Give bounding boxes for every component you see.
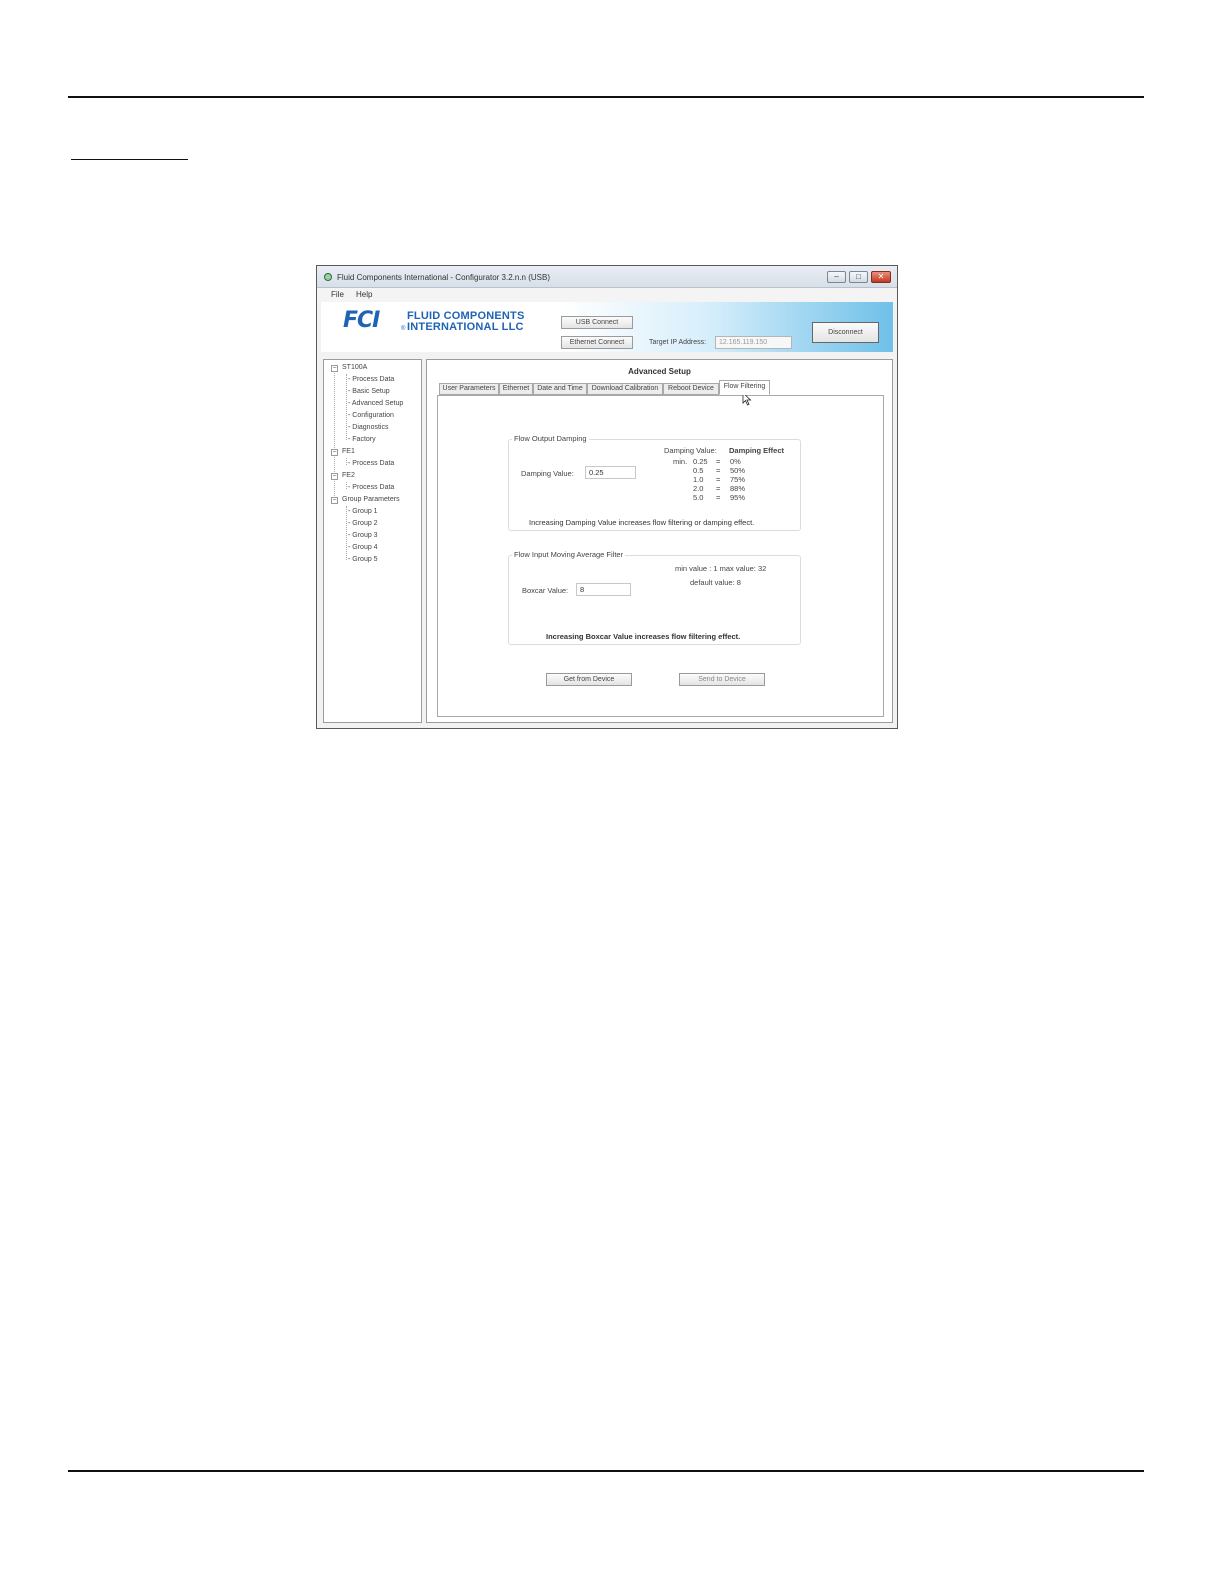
target-ip-input[interactable]: 12.165.119.150 bbox=[715, 336, 792, 349]
tab-user-parameters[interactable]: User Parameters bbox=[439, 383, 499, 395]
tab-ethernet[interactable]: Ethernet bbox=[499, 383, 533, 395]
flow-filtering-tab-body: Flow Output Damping Damping Value: 0.25 … bbox=[437, 395, 884, 717]
damping-row-sep: = bbox=[716, 457, 721, 466]
tree-item-fe1[interactable]: FE1 bbox=[342, 448, 355, 455]
damping-table-header-value: Damping Value: bbox=[664, 446, 717, 455]
damping-row-effect: 88% bbox=[730, 484, 746, 493]
tree-collapse-icon[interactable]: − bbox=[331, 365, 338, 372]
usb-connect-button[interactable]: USB Connect bbox=[561, 316, 633, 329]
logo-name-line2: INTERNATIONAL LLC bbox=[407, 321, 524, 333]
tree-guide-line bbox=[346, 374, 347, 440]
configurator-window: Fluid Components International - Configu… bbox=[316, 265, 898, 729]
get-from-device-button[interactable]: Get from Device bbox=[546, 673, 632, 686]
damping-row-sep: = bbox=[716, 466, 721, 475]
damping-row-sep: = bbox=[716, 484, 721, 493]
damping-row-value: 1.0 bbox=[693, 475, 704, 484]
menu-help[interactable]: Help bbox=[356, 290, 372, 299]
damping-row-value: 2.0 bbox=[693, 484, 704, 493]
boxcar-group-title: Flow Input Moving Average Filter bbox=[512, 550, 626, 559]
page-title: Advanced Setup bbox=[628, 367, 691, 376]
boxcar-note: Increasing Boxcar Value increases flow f… bbox=[546, 632, 741, 641]
tree-item-fe2-process-data[interactable]: - Process Data bbox=[348, 484, 394, 491]
boxcar-value-label: Boxcar Value: bbox=[522, 586, 569, 595]
tree-collapse-icon[interactable]: − bbox=[331, 497, 338, 504]
tree-guide-line bbox=[346, 458, 347, 465]
ethernet-connect-button[interactable]: Ethernet Connect bbox=[561, 336, 633, 349]
min-prefix: min. bbox=[673, 457, 688, 466]
page-bottom-rule bbox=[68, 1470, 1144, 1472]
tree-collapse-icon[interactable]: − bbox=[331, 449, 338, 456]
fci-logo-mark: FCI bbox=[343, 308, 380, 333]
send-to-device-button[interactable]: Send to Device bbox=[679, 673, 765, 686]
tree-item-fe2[interactable]: FE2 bbox=[342, 472, 355, 479]
tree-item-basic-setup[interactable]: - Basic Setup bbox=[348, 388, 390, 395]
damping-row-effect: 50% bbox=[730, 466, 746, 475]
tree-item-group-3[interactable]: - Group 3 bbox=[348, 532, 378, 539]
page-top-rule bbox=[68, 96, 1144, 98]
tree-item-advanced-setup[interactable]: - Advanced Setup bbox=[348, 400, 403, 407]
tab-reboot-device[interactable]: Reboot Device bbox=[663, 383, 719, 395]
window-titlebar: Fluid Components International - Configu… bbox=[317, 266, 897, 288]
maximize-button[interactable]: □ bbox=[849, 271, 868, 283]
tree-item-group-4[interactable]: - Group 4 bbox=[348, 544, 378, 551]
minimize-button[interactable]: – bbox=[827, 271, 846, 283]
app-icon bbox=[324, 273, 332, 281]
boxcar-value-input[interactable]: 8 bbox=[576, 583, 631, 596]
registered-mark: ® bbox=[401, 326, 406, 332]
menu-file[interactable]: File bbox=[331, 290, 344, 299]
tree-guide-line bbox=[346, 482, 347, 489]
tree-item-fe1-process-data[interactable]: - Process Data bbox=[348, 460, 394, 467]
fci-logo: FCI ® FLUID COMPONENTS INTERNATIONAL LLC bbox=[343, 309, 543, 339]
damping-row-value: 5.0 bbox=[693, 493, 704, 502]
flow-output-damping-group: Flow Output Damping Damping Value: 0.25 … bbox=[508, 434, 801, 531]
damping-row-sep: = bbox=[716, 475, 721, 484]
boxcar-default: default value: 8 bbox=[690, 578, 741, 587]
menu-bar: File Help bbox=[317, 288, 897, 302]
tree-item-group-parameters[interactable]: Group Parameters bbox=[342, 496, 400, 503]
content-panel: Advanced Setup User Parameters Ethernet … bbox=[426, 359, 893, 723]
damping-row-effect: 0% bbox=[730, 457, 741, 466]
tab-download-calibration[interactable]: Download Calibration bbox=[587, 383, 663, 395]
damping-row-value: 0.25 bbox=[693, 457, 708, 466]
tree-item-factory[interactable]: - Factory bbox=[348, 436, 376, 443]
tab-flow-filtering[interactable]: Flow Filtering bbox=[719, 380, 770, 395]
tree-guide-line bbox=[346, 506, 347, 560]
damping-row-effect: 75% bbox=[730, 475, 746, 484]
damping-row-effect: 95% bbox=[730, 493, 746, 502]
navigation-tree: − ST100A - Process Data - Basic Setup - … bbox=[323, 359, 422, 723]
tree-item-group-1[interactable]: - Group 1 bbox=[348, 508, 378, 515]
tree-item-group-2[interactable]: - Group 2 bbox=[348, 520, 378, 527]
damping-value-label: Damping Value: bbox=[521, 469, 574, 478]
damping-value-input[interactable]: 0.25 bbox=[585, 466, 636, 479]
damping-note: Increasing Damping Value increases flow … bbox=[529, 518, 755, 527]
boxcar-range: min value : 1 max value: 32 bbox=[675, 564, 767, 573]
damping-row-value: 0.5 bbox=[693, 466, 704, 475]
tree-item-process-data[interactable]: - Process Data bbox=[348, 376, 394, 383]
section-heading-underline bbox=[71, 159, 188, 160]
damping-row-sep: = bbox=[716, 493, 721, 502]
tree-item-diagnostics[interactable]: - Diagnostics bbox=[348, 424, 388, 431]
tree-item-group-5[interactable]: - Group 5 bbox=[348, 556, 378, 563]
tab-date-and-time[interactable]: Date and Time bbox=[533, 383, 587, 395]
disconnect-button[interactable]: Disconnect bbox=[812, 322, 879, 343]
target-ip-label: Target IP Address: bbox=[649, 339, 707, 346]
tree-item-st100a[interactable]: ST100A bbox=[342, 364, 367, 371]
flow-input-moving-average-group: Flow Input Moving Average Filter Boxcar … bbox=[508, 550, 801, 645]
window-title: Fluid Components International - Configu… bbox=[337, 273, 550, 282]
damping-group-title: Flow Output Damping bbox=[512, 434, 589, 443]
tree-collapse-icon[interactable]: − bbox=[331, 473, 338, 480]
close-button[interactable]: ✕ bbox=[871, 271, 891, 283]
damping-table-header-effect: Damping Effect bbox=[729, 446, 785, 455]
tree-guide-line bbox=[334, 368, 335, 504]
tree-item-configuration[interactable]: - Configuration bbox=[348, 412, 394, 419]
